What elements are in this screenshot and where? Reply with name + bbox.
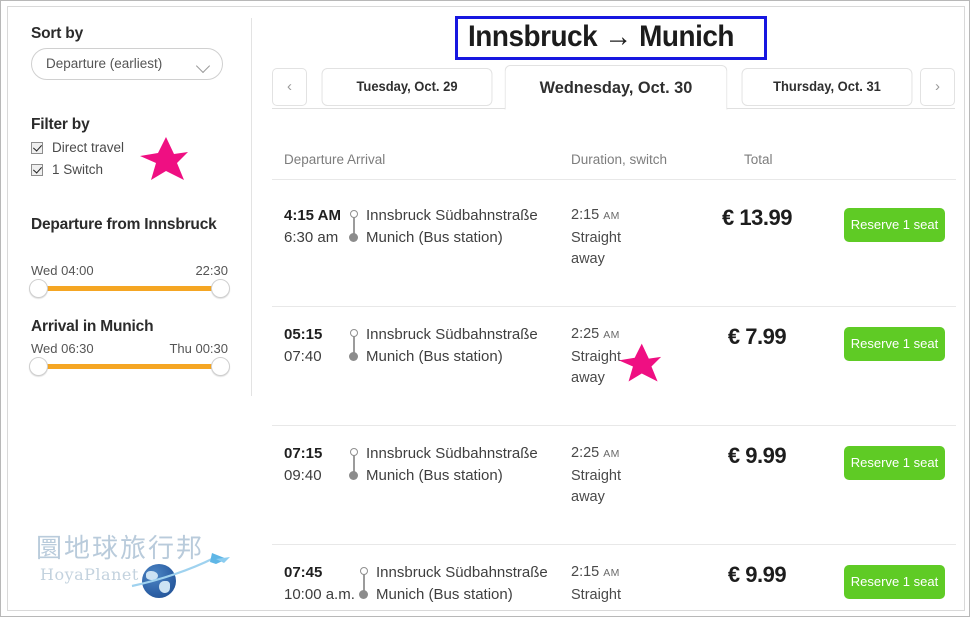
slider-track	[37, 286, 223, 291]
table-row[interactable]: 05:15 07:40 Innsbruck Südbahnstraße Muni…	[252, 307, 964, 426]
row-price: € 7.99	[727, 324, 787, 349]
row-duration-value: 2:15	[571, 564, 600, 580]
row-arrival-time: 6:30 am	[284, 229, 339, 246]
row-destination-station: Munich (Bus station)	[366, 348, 503, 365]
row-origin-station: Innsbruck Südbahnstraße	[366, 326, 538, 343]
departure-range-labels: Wed 04:00 22:30	[31, 263, 228, 278]
checkbox-checked-icon[interactable]	[31, 142, 43, 154]
chevron-down-icon	[195, 58, 211, 74]
app-window: Sort by Departure (earliest) Filter by D…	[0, 0, 970, 617]
page-title: Innsbruck → Munich	[468, 20, 735, 53]
results-panel: Innsbruck → Munich ‹ Tuesday, Oct. 29 We…	[252, 7, 964, 610]
row-arrival-time: 10:00 a.m.	[284, 586, 355, 603]
slider-handle-min[interactable]	[29, 279, 48, 298]
departure-range-max: 22:30	[195, 263, 228, 278]
row-destination-station: Munich (Bus station)	[376, 586, 513, 603]
row-destination-station: Munich (Bus station)	[366, 229, 503, 246]
table-row[interactable]: 07:15 09:40 Innsbruck Südbahnstraße Muni…	[252, 426, 964, 545]
arrival-range-slider[interactable]	[29, 357, 230, 377]
row-switch-info: Straight away	[571, 468, 621, 505]
next-day-button[interactable]: ›	[920, 68, 955, 106]
arrival-range-labels: Wed 06:30 Thu 00:30	[31, 341, 228, 356]
slider-handle-min[interactable]	[29, 357, 48, 376]
row-duration-value: 2:25	[571, 445, 600, 461]
arrival-filter-heading: Arrival in Munich	[31, 318, 154, 335]
checkbox-checked-icon[interactable]	[31, 164, 43, 176]
row-arrival-time: 09:40	[284, 467, 322, 484]
row-departure-time: 07:45	[284, 564, 323, 581]
reserve-seat-button[interactable]: Reserve 1 seat	[844, 446, 945, 480]
column-header-departure-arrival: Departure Arrival	[284, 152, 386, 167]
row-duration-unit: AM	[603, 210, 620, 222]
row-origin-station: Innsbruck Südbahnstraße	[366, 445, 538, 462]
row-destination-station: Munich (Bus station)	[366, 467, 503, 484]
route-stops-icon	[348, 329, 360, 361]
row-switch-info: Straight away	[571, 230, 621, 267]
route-stops-icon	[348, 210, 360, 242]
column-header-total: Total	[744, 152, 773, 167]
row-duration-unit: AM	[603, 567, 620, 579]
departure-filter-heading: Departure from Innsbruck	[31, 216, 217, 233]
slider-handle-max[interactable]	[211, 279, 230, 298]
row-duration-unit: AM	[603, 448, 620, 460]
row-duration: 2:25 AM	[571, 326, 620, 342]
filter-by-heading: Filter by	[31, 116, 90, 133]
row-price: € 9.99	[727, 562, 787, 587]
reserve-seat-button[interactable]: Reserve 1 seat	[844, 565, 945, 599]
sort-by-heading: Sort by	[31, 25, 83, 42]
sort-by-select[interactable]: Departure (earliest)	[31, 48, 223, 80]
route-title-box: Innsbruck → Munich	[455, 16, 768, 60]
header-divider	[272, 179, 956, 180]
prev-day-button[interactable]: ‹	[272, 68, 307, 106]
departure-range-slider[interactable]	[29, 279, 230, 299]
date-tab-previous[interactable]: Tuesday, Oct. 29	[321, 68, 493, 106]
row-duration: 2:15 AM	[571, 207, 620, 223]
app-content: Sort by Departure (earliest) Filter by D…	[7, 6, 965, 611]
departure-range-min: Wed 04:00	[31, 263, 94, 278]
filters-sidebar: Sort by Departure (earliest) Filter by D…	[8, 7, 251, 610]
route-stops-icon	[358, 567, 370, 599]
sort-by-value: Departure (earliest)	[46, 56, 163, 71]
row-duration-unit: AM	[603, 329, 620, 341]
airplane-icon	[131, 553, 230, 588]
table-row[interactable]: 4:15 AM 6:30 am Innsbruck Südbahnstraße …	[252, 188, 964, 307]
row-price: € 9.99	[727, 443, 787, 468]
row-origin-station: Innsbruck Südbahnstraße	[366, 207, 538, 224]
reserve-seat-button[interactable]: Reserve 1 seat	[844, 208, 945, 242]
row-price: € 13.99	[722, 205, 792, 230]
column-header-duration-switch: Duration, switch	[571, 152, 668, 167]
table-row[interactable]: 07:45 10:00 a.m. Innsbruck Südbahnstraße…	[252, 545, 964, 610]
star-marker-filter	[140, 137, 188, 180]
filter-one-switch-label: 1 Switch	[52, 162, 104, 177]
site-watermark: 圜地球旅行邦 HoyaPlanet	[30, 528, 245, 608]
route-stops-icon	[348, 448, 360, 480]
reserve-seat-button[interactable]: Reserve 1 seat	[844, 327, 945, 361]
filter-direct-travel-label: Direct travel	[52, 140, 125, 155]
slider-handle-max[interactable]	[211, 357, 230, 376]
row-duration-value: 2:25	[571, 326, 600, 342]
star-marker-row2	[618, 343, 662, 382]
row-origin-station: Innsbruck Südbahnstraße	[376, 564, 548, 581]
row-departure-time: 07:15	[284, 445, 323, 462]
row-duration: 2:15 AM	[571, 564, 620, 580]
row-departure-time: 05:15	[284, 326, 323, 343]
date-tab-next[interactable]: Thursday, Oct. 31	[741, 68, 913, 106]
slider-track	[37, 364, 223, 369]
date-nav-tabs: ‹ Tuesday, Oct. 29 Wednesday, Oct. 30 Th…	[272, 65, 962, 110]
arrival-range-min: Wed 06:30	[31, 341, 94, 356]
row-departure-time: 4:15 AM	[284, 207, 341, 224]
arrival-range-max: Thu 00:30	[169, 341, 228, 356]
row-duration: 2:25 AM	[571, 445, 620, 461]
row-arrival-time: 07:40	[284, 348, 322, 365]
row-switch-info: Straight away	[571, 587, 621, 610]
date-tab-active[interactable]: Wednesday, Oct. 30	[504, 65, 728, 110]
watermark-latin-text: HoyaPlanet	[40, 565, 139, 584]
row-duration-value: 2:15	[571, 207, 600, 223]
